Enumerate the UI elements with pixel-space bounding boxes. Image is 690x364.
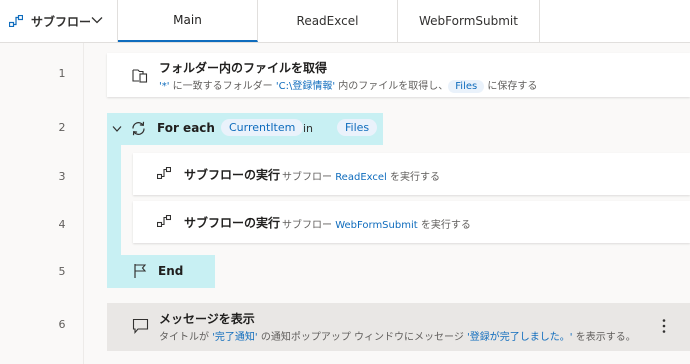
line-number: 5	[58, 265, 66, 278]
loop-icon	[132, 121, 145, 136]
subflows-label: サブフロー	[31, 15, 92, 29]
action-description: '*' に一致するフォルダー 'C:\登録情報' 内のファイルを取得し、 File…	[159, 77, 537, 93]
action-end[interactable]: End	[107, 255, 215, 288]
flag-icon	[134, 264, 147, 278]
action-title: サブフローの実行	[184, 216, 281, 230]
collapse-chevron-icon[interactable]	[112, 125, 122, 133]
action-get-files-in-folder[interactable]: フォルダー内のファイルを取得 '*' に一致するフォルダー 'C:\登録情報' …	[107, 53, 690, 97]
chevron-down-icon	[91, 17, 103, 24]
loop-body-rail	[107, 145, 121, 257]
subflow-name: ReadExcel	[335, 172, 387, 183]
subflow-icon	[9, 15, 23, 27]
folder-path-value: 'C:\登録情報'	[275, 81, 336, 92]
desc-text: サブフロー	[282, 172, 336, 183]
desc-text: サブフロー	[282, 220, 336, 231]
action-run-subflow-readexcel[interactable]: サブフローの実行 サブフロー ReadExcel を実行する	[133, 153, 690, 195]
action-description: タイトルが '完了通知' の通知ポップアップ ウィンドウにメッセージ '登録が完…	[159, 328, 636, 343]
message-title-value: '完了通知'	[212, 332, 258, 343]
more-options-icon[interactable]	[661, 318, 667, 334]
variable-token-files: Files	[337, 119, 378, 136]
flow-designer-canvas: フォルダー内のファイルを取得 '*' に一致するフォルダー 'C:\登録情報' …	[85, 43, 690, 364]
folder-files-icon	[132, 69, 148, 83]
action-description: サブフロー WebFormSubmit を実行する	[282, 216, 471, 231]
action-for-each[interactable]: For each CurrentItem in Files	[107, 113, 383, 145]
message-body-value: '登録が完了しました。'	[467, 332, 573, 343]
line-number: 4	[58, 218, 66, 231]
action-title: フォルダー内のファイルを取得	[159, 61, 328, 75]
message-icon	[132, 318, 149, 334]
subflow-icon	[157, 215, 171, 227]
in-label: in	[303, 122, 314, 135]
desc-text: を表示する。	[572, 332, 636, 343]
action-title: End	[158, 264, 184, 278]
line-number: 3	[58, 170, 66, 183]
action-display-message[interactable]: メッセージを表示 タイトルが '完了通知' の通知ポップアップ ウィンドウにメッ…	[107, 303, 690, 351]
tab-readexcel[interactable]: ReadExcel	[258, 0, 398, 42]
action-run-subflow-webformsubmit[interactable]: サブフローの実行 サブフロー WebFormSubmit を実行する	[133, 201, 690, 243]
subflow-icon	[157, 167, 171, 179]
desc-text: に保存する	[484, 81, 538, 92]
desc-text: タイトルが	[159, 332, 213, 343]
line-number: 6	[58, 318, 66, 331]
desc-text: を実行する	[386, 172, 440, 183]
action-title: メッセージを表示	[159, 312, 255, 326]
action-description: サブフロー ReadExcel を実行する	[282, 168, 440, 183]
action-title: For each	[157, 121, 215, 135]
line-number-gutter: 1 2 3 4 5 6	[0, 43, 84, 364]
pattern-value: '*'	[159, 81, 170, 92]
tab-webformsubmit[interactable]: WebFormSubmit	[398, 0, 540, 42]
subflows-dropdown[interactable]: サブフロー	[0, 0, 118, 42]
desc-text: 内のファイルを取得し、	[335, 81, 449, 92]
desc-text: を実行する	[417, 220, 471, 231]
action-title: サブフローの実行	[184, 168, 281, 182]
line-number: 1	[58, 67, 66, 80]
tab-main[interactable]: Main	[118, 0, 258, 42]
subflow-name: WebFormSubmit	[335, 220, 418, 231]
desc-text: に一致するフォルダー	[169, 81, 276, 92]
variable-token-currentitem: CurrentItem	[221, 119, 304, 136]
variable-token-files: Files	[448, 80, 485, 93]
tab-bar: サブフロー Main ReadExcel WebFormSubmit	[0, 0, 690, 43]
desc-text: の通知ポップアップ ウィンドウにメッセージ	[257, 332, 468, 343]
line-number: 2	[58, 121, 66, 134]
